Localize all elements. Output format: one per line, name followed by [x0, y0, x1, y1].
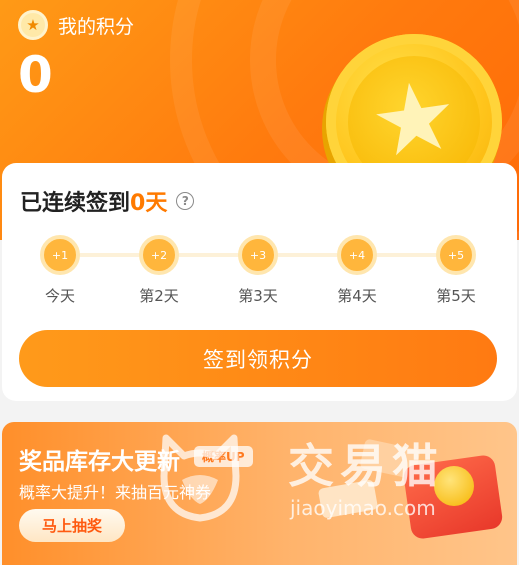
day-item-1: +1 今天 [30, 235, 90, 306]
streak-prefix: 已连续签到 [20, 191, 131, 216]
day-label: 第4天 [337, 287, 377, 305]
gold-coin-illustration [434, 466, 474, 506]
day-item-4: +4 第4天 [327, 235, 387, 306]
points-value: 0 [18, 46, 53, 104]
signin-button[interactable]: 签到领积分 [19, 330, 497, 387]
day-bonus-badge: +2 [139, 235, 179, 275]
streak-heading: 已连续签到 0天 ? [20, 185, 195, 217]
day-bonus-badge: +4 [337, 235, 377, 275]
star-icon: ★ [363, 57, 465, 181]
day-label: 第3天 [238, 287, 278, 305]
day-bonus-badge: +1 [40, 235, 80, 275]
streak-count: 0天 [130, 191, 168, 216]
points-title-row: ★ 我的积分 [18, 10, 134, 40]
day-bonus-badge: +3 [238, 235, 278, 275]
signin-card: 已连续签到 0天 ? +1 今天 +2 第2天 +3 第3天 +4 第4天 +5… [2, 163, 517, 401]
banner-subtitle: 概率大提升！来抽百元神券 [19, 483, 212, 502]
prize-banner[interactable]: 奖品库存大更新 概率UP 概率大提升！来抽百元神券 马上抽奖 [2, 422, 517, 565]
coupon-illustration [317, 479, 379, 519]
star-coin-icon: ★ [18, 10, 48, 40]
day-label: 第2天 [139, 287, 179, 305]
banner-title: 奖品库存大更新 [19, 449, 180, 475]
day-item-5: +5 第5天 [426, 235, 486, 306]
day-item-3: +3 第3天 [228, 235, 288, 306]
day-item-2: +2 第2天 [129, 235, 189, 306]
day-label: 第5天 [436, 287, 476, 305]
draw-now-button[interactable]: 马上抽奖 [19, 509, 125, 542]
points-title: 我的积分 [58, 15, 135, 38]
help-icon[interactable]: ? [176, 192, 195, 210]
day-label: 今天 [44, 287, 75, 305]
day-bonus-badge: +5 [436, 235, 476, 275]
probability-up-tag: 概率UP [194, 446, 253, 467]
